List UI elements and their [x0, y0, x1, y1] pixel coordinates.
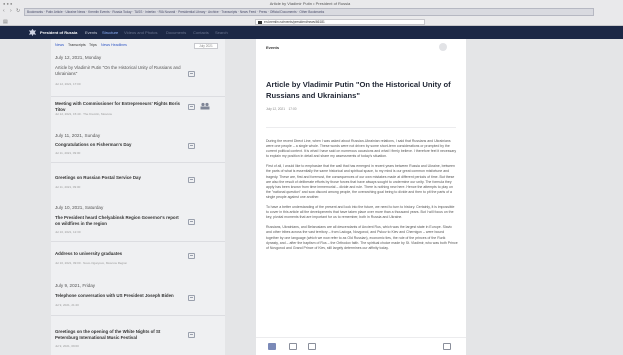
article-title: Article by Vladimir Putin "On the Histor…: [266, 80, 451, 100]
day-heading: July 9, 2021, Friday: [55, 283, 96, 288]
filter-headlines[interactable]: News Headlines: [101, 43, 127, 47]
article-toolbar: [256, 337, 466, 355]
divider: [51, 162, 225, 163]
nav-structure[interactable]: Structure: [102, 29, 118, 36]
site-brand-link[interactable]: President of Russia: [40, 29, 77, 36]
transcript-icon: [188, 143, 195, 149]
article-paragraph: Russians, Ukrainians, and Belarusians ar…: [266, 225, 458, 250]
article-meta: July 12, 2021 17:00: [266, 107, 297, 111]
close-icon[interactable]: [439, 43, 447, 51]
reload-icon[interactable]: ↻: [16, 8, 20, 14]
divider: [51, 96, 225, 97]
article-panel: Events Article by Vladimir Putin "On the…: [256, 39, 466, 355]
transcript-icon: [188, 253, 195, 259]
entry-title[interactable]: Address to university graduates: [55, 251, 183, 257]
address-row: ▤ en.kremlin.ru/events/president/news/66…: [0, 18, 623, 26]
video-icon[interactable]: [308, 343, 316, 350]
entry-meta: Jul 10, 2021, 09:00 · Novo-Ogaryovo, Mos…: [55, 261, 128, 265]
article-section-label: Events: [266, 45, 280, 50]
day-heading: July 10, 2021, Saturday: [55, 205, 104, 210]
nav-contacts[interactable]: Contacts: [193, 29, 209, 36]
article-paragraph: To have a better understanding of the pr…: [266, 205, 455, 220]
filter-news[interactable]: News: [55, 43, 64, 47]
entry-title[interactable]: Article by Vladimir Putin "On the Histor…: [55, 65, 183, 77]
bookmarks-bar[interactable]: Bookmarks · Putin Article · Ukraine News…: [24, 8, 594, 16]
transcript-icon: [188, 177, 195, 183]
article-date: July 12, 2021: [266, 107, 285, 111]
address-bar[interactable]: en.kremlin.ru/events/president/news/6618…: [255, 19, 425, 25]
entry-meta: Jul 11, 2021, 09:00: [55, 151, 81, 155]
forward-icon[interactable]: ›: [10, 8, 12, 14]
share-icon[interactable]: [443, 343, 451, 350]
entry-meta: Jul 12, 2021, 17:00: [55, 82, 81, 86]
article-separator: [266, 127, 456, 128]
nav-search[interactable]: Search: [215, 29, 228, 36]
address-text: en.kremlin.ru/events/president/news/6618…: [264, 20, 325, 24]
entry-title[interactable]: The President heard Chelyabinsk Region G…: [55, 215, 183, 227]
entry-title[interactable]: Telephone conversation with US President…: [55, 293, 183, 299]
transcript-icon: [188, 219, 195, 225]
article-time: 17:00: [288, 107, 297, 111]
entry-meta: Jul 10, 2021, 12:30: [55, 230, 81, 234]
article-paragraph: First of all, I would like to emphasize …: [266, 164, 455, 199]
nav-documents[interactable]: Documents: [166, 29, 186, 36]
day-heading: July 11, 2021, Sunday: [55, 133, 101, 138]
transcript-icon: [188, 104, 195, 110]
entry-meta: Jul 9, 2021, 09:00: [55, 344, 79, 348]
lock-icon: [258, 21, 262, 24]
photo-icon[interactable]: [289, 343, 297, 350]
browser-chrome: ● ● ● Article by Vladimir Putin • Presid…: [0, 0, 623, 26]
entry-meta: Jul 11, 2021, 09:00: [55, 185, 81, 189]
transcript-icon: [188, 295, 195, 301]
entry-meta: Jul 9, 2021, 21:20: [55, 303, 79, 307]
entry-title[interactable]: Greetings on Russian Postal Service Day: [55, 175, 183, 181]
browser-tab-row: ● ● ● Article by Vladimir Putin • Presid…: [0, 0, 623, 7]
filter-transcripts[interactable]: Transcripts: [68, 43, 86, 47]
bookmarks-row: ‹ › ↻ Bookmarks · Putin Article · Ukrain…: [0, 7, 623, 17]
divider: [51, 315, 225, 316]
browser-tab-title[interactable]: Article by Vladimir Putin • President of…: [250, 1, 370, 6]
sidebar-icon[interactable]: ▤: [3, 19, 8, 25]
site-header: President of Russia Events Structure Vid…: [0, 26, 623, 39]
feed-filters: News Transcripts Trips News Headlines Ju…: [51, 39, 225, 51]
article-paragraph: During the recent Direct Line, when I wa…: [266, 139, 457, 159]
text-version-icon[interactable]: [268, 343, 276, 350]
transcript-icon: [188, 332, 195, 338]
transcript-icon: [188, 71, 195, 77]
news-feed: News Transcripts Trips News Headlines Ju…: [51, 39, 225, 355]
date-picker[interactable]: July 2021: [194, 43, 218, 49]
entry-title[interactable]: Greetings on the opening of the White Ni…: [55, 329, 183, 341]
eagle-emblem-icon[interactable]: [28, 28, 37, 37]
entry-title[interactable]: Congratulations on Fisherman's Day: [55, 142, 183, 148]
article-body: During the recent Direct Line, when I wa…: [266, 139, 458, 256]
entry-meta: Jul 12, 2021, 15:40 · The Kremlin, Mosco…: [55, 112, 112, 116]
photo-icon: [200, 102, 210, 110]
divider: [51, 241, 225, 242]
nav-videos-photos[interactable]: Videos and Photos: [124, 29, 158, 36]
nav-events[interactable]: Events: [85, 29, 97, 36]
back-icon[interactable]: ‹: [3, 8, 5, 14]
window-controls[interactable]: ● ● ●: [3, 1, 12, 6]
day-heading: July 12, 2021, Monday: [55, 55, 102, 60]
article-header: Events: [256, 39, 466, 55]
filter-trips[interactable]: Trips: [89, 43, 97, 47]
